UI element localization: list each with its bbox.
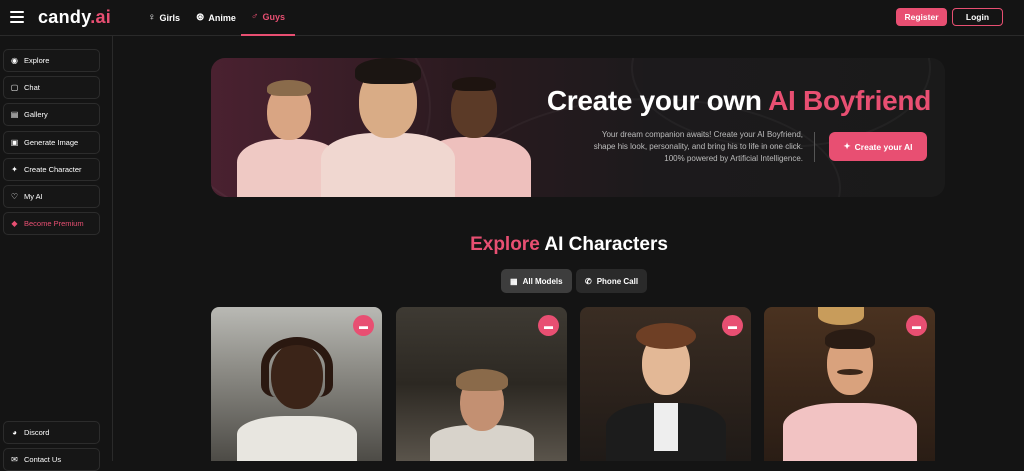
sidebar-item-gallery[interactable]: ▤ Gallery	[3, 103, 100, 126]
sidebar-item-label: Contact Us	[24, 455, 62, 464]
chat-bubble-icon[interactable]: ▬	[538, 315, 559, 336]
logo-text: candy	[38, 7, 91, 27]
character-photo	[775, 329, 925, 461]
sidebar-item-contact-us[interactable]: ✉ Contact Us	[3, 448, 100, 471]
section-title: Explore AI Characters	[114, 234, 1024, 256]
create-ai-label: Create your AI	[854, 141, 913, 152]
discord-icon: ◕	[12, 428, 17, 437]
sidebar-item-label: Gallery	[24, 110, 48, 119]
sidebar-item-become-premium[interactable]: ◆ Become Premium	[3, 212, 100, 235]
sidebar-item-explore[interactable]: ◉ Explore	[3, 49, 100, 72]
character-photo	[227, 331, 367, 461]
tab-label: Girls	[159, 13, 181, 23]
anime-icon: ⊛	[196, 12, 205, 23]
filter-all-models[interactable]: ▦ All Models	[501, 269, 572, 293]
chat-bubble-icon[interactable]: ▬	[906, 315, 927, 336]
sidebar-item-label: Create Character	[24, 165, 82, 174]
hero-banner: Create your own AI Boyfriend Your dream …	[211, 58, 945, 197]
diamond-icon: ◆	[11, 219, 18, 228]
heart-icon: ♡	[10, 192, 19, 201]
hero-man-center	[321, 58, 455, 197]
chat-icon: ▢	[10, 83, 19, 92]
create-ai-button[interactable]: ✦ Create your AI	[829, 132, 927, 161]
magic-wand-icon: ✦	[11, 165, 18, 174]
filter-label: Phone Call	[596, 276, 639, 286]
filter-phone-call[interactable]: ✆ Phone Call	[576, 269, 648, 293]
hero-title: Create your own AI Boyfriend	[521, 85, 931, 117]
character-card[interactable]: ▬	[580, 307, 751, 461]
tab-label: Guys	[262, 12, 286, 22]
hero-image	[231, 58, 531, 197]
character-card[interactable]: ▬	[396, 307, 567, 461]
section-title-accent: Explore	[470, 234, 540, 255]
register-button[interactable]: Register	[896, 8, 947, 26]
sidebar-item-label: Explore	[24, 56, 50, 65]
sidebar-item-label: Become Premium	[24, 219, 84, 228]
logo[interactable]: candy.ai	[38, 7, 111, 28]
mail-icon: ✉	[11, 455, 18, 464]
top-bar: candy.ai ♀ Girls ⊛ Anime ♂ Guys Register…	[0, 0, 1024, 36]
hero-subtitle-line: Your dream companion awaits! Create your…	[601, 130, 803, 139]
character-card[interactable]: ▬	[211, 307, 382, 461]
logo-suffix: .ai	[90, 7, 112, 27]
sidebar-item-label: My AI	[24, 192, 43, 201]
male-icon: ♂	[251, 11, 259, 22]
filter-label: All Models	[522, 276, 563, 286]
section-title-text: AI Characters	[539, 234, 668, 255]
tab-label: Anime	[208, 13, 236, 23]
character-card[interactable]: ▬	[764, 307, 935, 461]
character-photo	[596, 319, 736, 461]
tab-guys[interactable]: ♂ Guys	[241, 0, 296, 36]
sidebar-item-label: Discord	[24, 428, 50, 437]
hero-title-accent: AI Boyfriend	[768, 85, 931, 116]
image-icon: ▣	[10, 138, 19, 147]
grid-icon: ▦	[510, 276, 518, 286]
main-content: Create your own AI Boyfriend Your dream …	[114, 36, 1024, 461]
sidebar-item-label: Generate Image	[24, 138, 79, 147]
sidebar: ◉ Explore ▢ Chat ▤ Gallery ▣ Generate Im…	[0, 36, 113, 471]
chat-bubble-icon[interactable]: ▬	[353, 315, 374, 336]
sidebar-item-create-character[interactable]: ✦ Create Character	[3, 158, 100, 181]
compass-icon: ◉	[11, 56, 18, 65]
hero-title-text: Create your own	[546, 85, 769, 116]
character-photo	[422, 369, 542, 461]
gallery-icon: ▤	[10, 110, 19, 119]
sidebar-item-discord[interactable]: ◕ Discord	[3, 421, 100, 444]
phone-icon: ✆	[585, 276, 592, 286]
sidebar-item-my-ai[interactable]: ♡ My AI	[3, 185, 100, 208]
female-icon: ♀	[148, 12, 156, 23]
hero-subtitle-line: shape his look, personality, and bring h…	[593, 142, 803, 151]
tab-girls[interactable]: ♀ Girls	[148, 0, 180, 36]
tab-anime[interactable]: ⊛ Anime	[196, 0, 236, 36]
divider	[814, 132, 815, 162]
hero-subtitle-line: 100% powered by Artificial Intelligence.	[664, 154, 803, 163]
sidebar-item-generate-image[interactable]: ▣ Generate Image	[3, 131, 100, 154]
sidebar-item-chat[interactable]: ▢ Chat	[3, 76, 100, 99]
chat-bubble-icon[interactable]: ▬	[722, 315, 743, 336]
lamp-light	[818, 307, 864, 325]
login-button[interactable]: Login	[952, 8, 1003, 26]
menu-icon[interactable]	[10, 11, 24, 23]
hero-subtitle: Your dream companion awaits! Create your…	[541, 129, 803, 165]
sidebar-item-label: Chat	[24, 83, 40, 92]
magic-wand-icon: ✦	[843, 141, 851, 151]
